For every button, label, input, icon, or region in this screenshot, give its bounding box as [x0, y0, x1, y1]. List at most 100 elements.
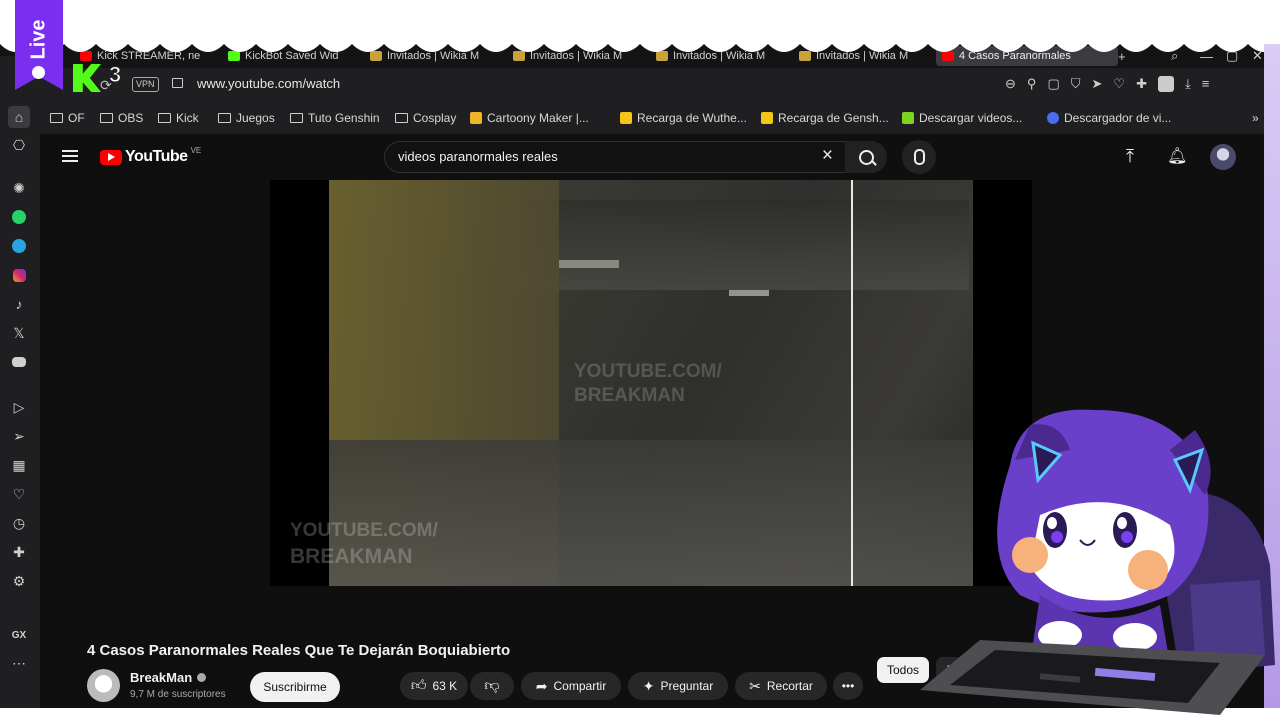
share-icon: ➦ [535, 677, 548, 694]
live-dot-icon [32, 66, 45, 79]
gx-corner-label[interactable]: GX [10, 626, 28, 644]
bookmark-9[interactable]: Recarga de Gensh... [761, 110, 889, 126]
notifications-bell-icon[interactable]: 🔔︎ [1167, 146, 1187, 166]
cartoony-icon [470, 112, 482, 124]
send-sidebar-icon[interactable]: ➢ [10, 427, 28, 445]
microphone-icon [913, 149, 925, 165]
bookmark-label: Descargar videos... [919, 111, 1023, 125]
recarga-icon [761, 112, 773, 124]
hamburger-icon[interactable] [62, 150, 78, 162]
recarga-icon [620, 112, 632, 124]
video-title: 4 Casos Paranormales Reales Que Te Dejar… [87, 642, 511, 659]
bookmark-label: Recarga de Wuthe... [637, 111, 747, 125]
scalloped-edge [0, 0, 1280, 52]
menu-icon[interactable]: ≡ [1202, 76, 1210, 92]
vtuber-head [997, 409, 1211, 613]
history-icon[interactable]: ◷ [10, 514, 28, 532]
more-sidebar-icon[interactable]: ⋯ [10, 654, 28, 672]
youtube-logo[interactable]: YouTube VE [100, 145, 202, 167]
gamepad-icon[interactable]: ⎔ [10, 136, 28, 154]
bookmark-label: OBS [118, 111, 144, 125]
bookmark-label: Tuto Genshin [308, 111, 380, 125]
clear-search-icon[interactable]: × [822, 145, 833, 167]
folder-icon [100, 113, 113, 123]
chatgpt-icon[interactable]: ✺ [10, 179, 28, 197]
grid-icon[interactable]: ▦ [10, 456, 28, 474]
settings-gear-icon[interactable]: ⚙ [10, 572, 28, 590]
whatsapp-icon[interactable] [10, 208, 28, 226]
search-box[interactable]: videos paranormales reales × [384, 141, 846, 173]
bookmark-label: Juegos [236, 111, 275, 125]
shield-icon[interactable]: ⛉ [1071, 76, 1081, 92]
live-label: Live [27, 19, 50, 60]
zoom-icon[interactable]: ⊖ [1005, 76, 1016, 92]
upload-icon[interactable]: ⤒ [1126, 146, 1134, 167]
bookmark-8[interactable]: Recarga de Wuthe... [620, 110, 747, 126]
snapshot-icon[interactable]: ▢ [1047, 76, 1059, 92]
dislike-button[interactable]: 👎︎ [470, 672, 514, 700]
like-count: 63 K [432, 679, 458, 693]
subscriber-count: 9,7 M de suscriptores [130, 689, 226, 700]
account-avatar[interactable] [1210, 144, 1236, 170]
bookmark-5[interactable]: Tuto Genshin [290, 110, 380, 126]
extensions-icon[interactable]: ✚ [1136, 76, 1147, 92]
url-field[interactable]: www.youtube.com/watch [197, 76, 340, 91]
bookmarks-overflow-icon[interactable]: » [1252, 110, 1259, 126]
bookmark-4[interactable]: Juegos [218, 110, 275, 126]
youtube-play-icon [100, 149, 122, 165]
pin-icon[interactable]: ⚲ [1027, 76, 1037, 92]
search-button[interactable] [845, 141, 887, 173]
more-icon: ••• [841, 679, 855, 693]
heart-icon[interactable]: ♡ [1113, 76, 1125, 92]
profile-icon[interactable] [1157, 76, 1174, 92]
bookmark-11[interactable]: Descargador de vi... [1047, 110, 1171, 126]
tiktok-icon[interactable]: ♪ [10, 295, 28, 313]
instagram-icon[interactable] [10, 266, 28, 284]
heart-sidebar-icon[interactable]: ♡ [10, 485, 28, 503]
telegram-icon[interactable] [10, 237, 28, 255]
bookmark-10[interactable]: Descargar videos... [902, 110, 1022, 126]
clip-button[interactable]: ✂ Recortar [735, 672, 827, 700]
send-icon[interactable]: ➤ [1092, 76, 1103, 92]
search-input[interactable]: videos paranormales reales [398, 149, 558, 164]
subscribe-button[interactable]: Suscribirme [250, 672, 340, 702]
discord-icon[interactable] [10, 353, 28, 371]
bookmark-label: Descargador de vi... [1064, 111, 1172, 125]
home-icon[interactable]: ⌂ [8, 106, 30, 128]
thumbs-down-icon: 👎︎ [484, 677, 500, 694]
bookmark-1[interactable]: OF [50, 110, 85, 126]
video-light [729, 290, 769, 296]
folder-icon [218, 113, 231, 123]
ask-button[interactable]: ✦ Preguntar [628, 672, 728, 700]
x-twitter-icon[interactable]: 𝕏 [10, 324, 28, 342]
search-icon [858, 149, 877, 166]
scissors-icon: ✂ [749, 677, 761, 694]
stream-overlay-top [0, 0, 1280, 52]
address-toolbar-icons: ⊖ ⚲ ▢ ⛉ ➤ ♡ ✚ ⤓ ≡ [1005, 76, 1255, 92]
player-icon[interactable]: ▷ [10, 398, 28, 416]
kick-k-icon [73, 64, 101, 92]
kick-badge-number: 3 [108, 62, 122, 88]
folder-icon [158, 113, 171, 123]
video-player[interactable]: YOUTUBE.COM/ BREAKMAN YOUTUBE.COM/ BREAK… [270, 180, 1032, 586]
download-icon[interactable]: ⤓ [1185, 76, 1191, 92]
vtuber-cat-avatar [920, 409, 1275, 715]
like-button[interactable]: 👍︎ 63 K [400, 672, 468, 700]
channel-name[interactable]: BreakMan [130, 670, 207, 685]
bookmark-2[interactable]: OBS [100, 110, 143, 126]
s-icon [1047, 112, 1059, 124]
share-button[interactable]: ➦ Compartir [521, 672, 621, 700]
more-actions-button[interactable]: ••• [833, 672, 863, 700]
bookmark-7[interactable]: Cartoony Maker |... [470, 110, 589, 126]
voice-search-button[interactable] [902, 140, 936, 174]
channel-avatar[interactable] [87, 669, 120, 702]
bookmark-label: Recarga de Gensh... [778, 111, 889, 125]
country-code: VE [190, 145, 202, 155]
vpn-badge[interactable]: VPN [132, 77, 159, 92]
download-icon [902, 112, 914, 124]
extensions-sidebar-icon[interactable]: ✚ [10, 543, 28, 561]
bookmark-3[interactable]: Kick [158, 110, 199, 126]
video-divider-line [851, 180, 853, 586]
lock-icon [172, 78, 183, 88]
bookmark-6[interactable]: Cosplay [395, 110, 456, 126]
